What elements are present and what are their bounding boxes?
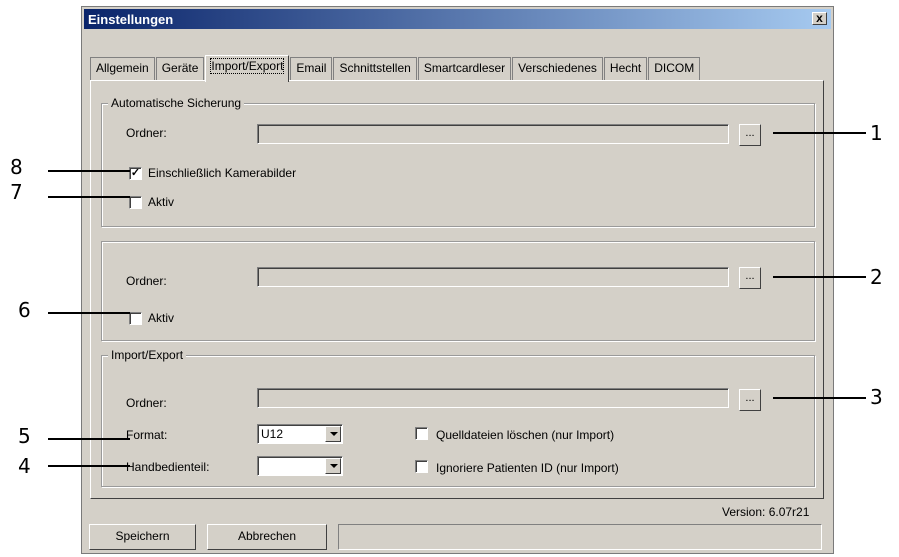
settings-dialog: Einstellungen x Allgemein Geräte Import/… [81,6,834,554]
format-select[interactable]: U12 [257,424,343,444]
title-bar: Einstellungen x [84,9,831,29]
ignore-patient-id-checkbox[interactable] [415,460,428,473]
auto-backup-folder-input[interactable] [257,124,729,144]
auto-backup-legend: Automatische Sicherung [108,96,245,110]
include-camera-label: Einschließlich Kamerabilder [148,166,297,180]
tab-smartcardleser[interactable]: Smartcardleser [417,57,512,81]
status-box [338,524,822,550]
callout-number-1: 1 [870,121,883,145]
tab-strip: Allgemein Geräte Import/Export Email Sch… [90,55,701,82]
callout-number-4: 4 [18,454,31,478]
tab-email[interactable]: Email [290,57,333,81]
auto-backup-group: Automatische Sicherung Ordner: ... ✓ Ein… [101,96,815,227]
chevron-down-icon[interactable] [325,458,341,474]
include-camera-checkbox[interactable]: ✓ [129,167,142,180]
handset-select[interactable] [257,456,343,476]
second-active-label: Aktiv [148,311,175,325]
second-folder-input[interactable] [257,267,729,287]
delete-source-checkbox[interactable] [415,427,428,440]
format-label: Format: [126,428,168,442]
callout-line-8 [48,170,130,172]
version-text: Version: 6.07r21 [722,505,810,519]
callout-number-8: 8 [10,155,23,179]
callout-line-5 [48,438,130,440]
chevron-down-icon[interactable] [325,426,341,442]
close-icon: x [816,11,823,25]
tab-hecht[interactable]: Hecht [603,57,648,81]
callout-number-5: 5 [18,424,31,448]
callout-line-6 [48,312,130,314]
tab-verschiedenes[interactable]: Verschiedenes [512,57,603,81]
tab-allgemein[interactable]: Allgemein [90,57,155,81]
second-browse-button[interactable]: ... [739,267,761,289]
save-button[interactable]: Speichern [89,524,196,550]
callout-number-7: 7 [10,180,23,204]
callout-number-2: 2 [870,265,883,289]
callout-line-3 [773,397,866,399]
callout-number-6: 6 [18,298,31,322]
auto-backup-folder-label: Ordner: [126,126,167,140]
tab-schnittstellen[interactable]: Schnittstellen [333,57,417,81]
import-export-panel: Automatische Sicherung Ordner: ... ✓ Ein… [90,80,824,499]
second-active-checkbox[interactable] [129,312,142,325]
import-export-folder-label: Ordner: [126,396,167,410]
cancel-button[interactable]: Abbrechen [207,524,327,550]
import-export-group: Import/Export Ordner: ... Format: U12 Ha… [101,348,815,487]
ignore-patient-id-label: Ignoriere Patienten ID (nur Import) [436,461,619,475]
second-folder-label: Ordner: [126,274,167,288]
close-button[interactable]: x [812,12,827,25]
callout-line-7 [48,196,130,198]
tab-dicom[interactable]: DICOM [648,57,701,81]
tab-geraete[interactable]: Geräte [155,57,205,81]
auto-backup-browse-button[interactable]: ... [739,124,761,146]
tab-import-export[interactable]: Import/Export [205,55,290,82]
second-backup-group: Ordner: ... Aktiv [101,241,815,341]
callout-line-1 [773,132,866,134]
auto-backup-active-label: Aktiv [148,195,175,209]
handset-label: Handbedienteil: [126,460,210,474]
import-export-browse-button[interactable]: ... [739,389,761,411]
callout-line-4 [48,465,130,467]
callout-number-3: 3 [870,385,883,409]
window-title: Einstellungen [88,12,174,27]
import-export-legend: Import/Export [108,348,187,362]
callout-line-2 [773,276,866,278]
import-export-folder-input[interactable] [257,388,729,408]
delete-source-label: Quelldateien löschen (nur Import) [436,428,615,442]
auto-backup-active-checkbox[interactable] [129,196,142,209]
